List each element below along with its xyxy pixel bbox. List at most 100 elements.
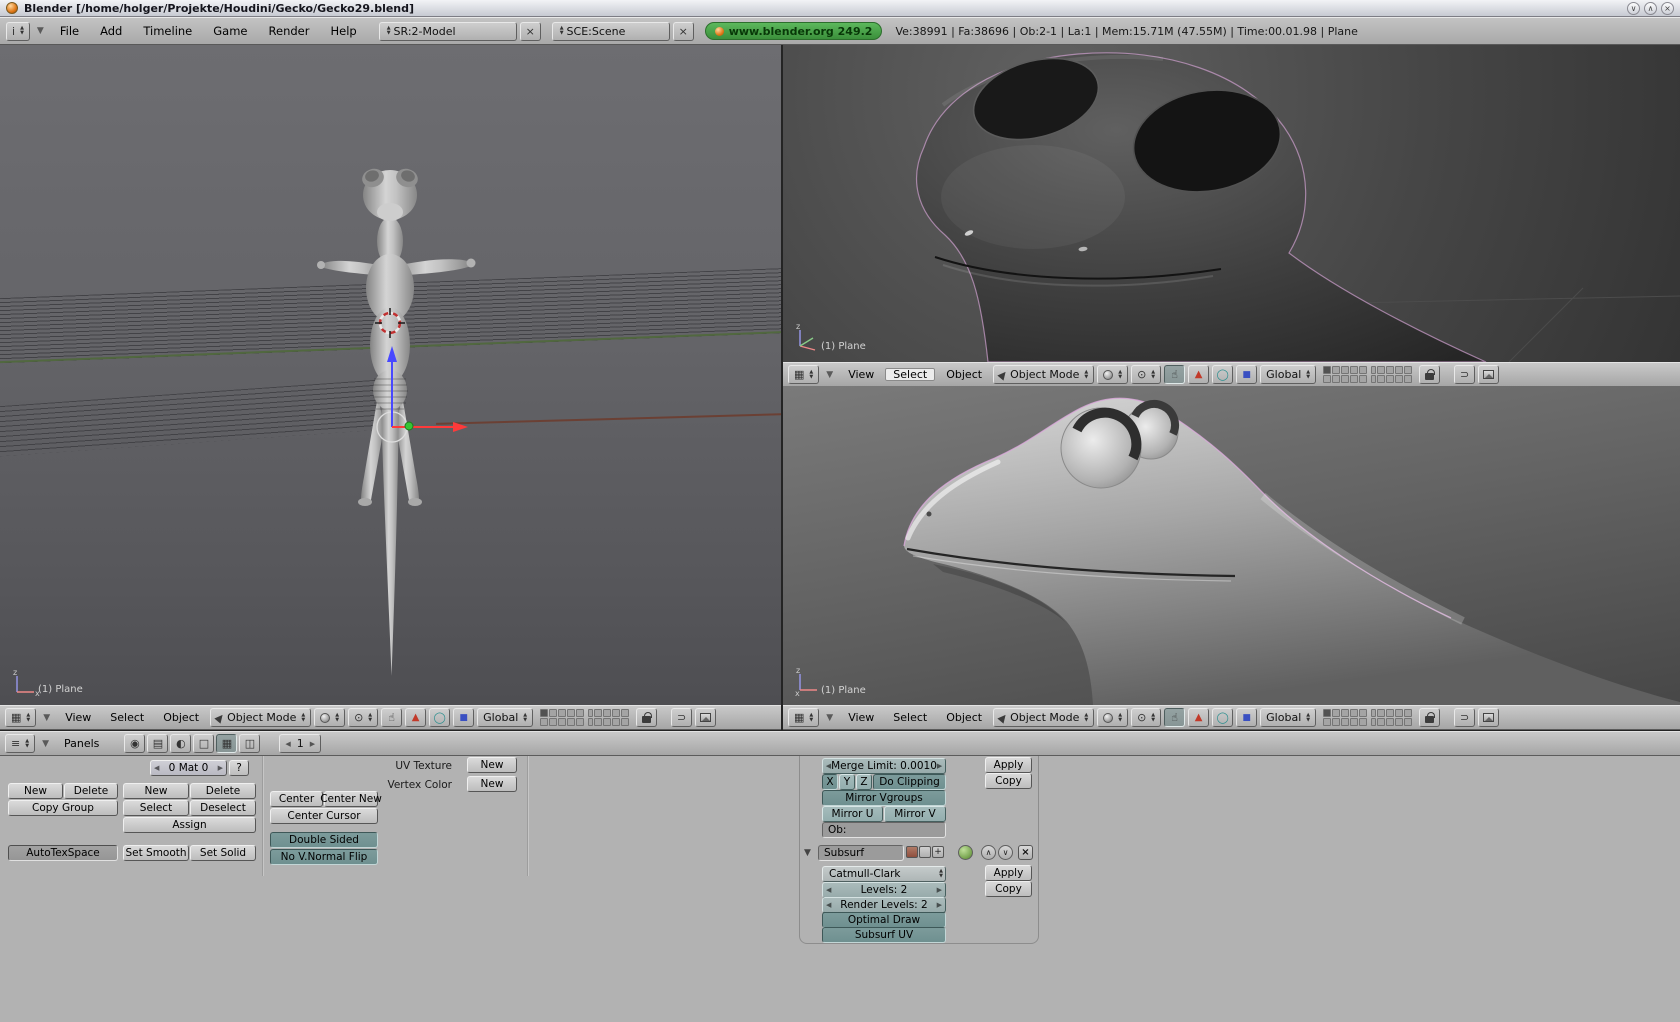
vgroup-select-button[interactable]: Select	[123, 800, 189, 816]
layer-2-button[interactable]	[1332, 709, 1341, 717]
no-vnormal-flip-toggle[interactable]: No V.Normal Flip	[270, 849, 378, 865]
layer-1-button[interactable]	[1323, 709, 1332, 717]
layer-7-button[interactable]	[1377, 366, 1386, 374]
viewport-front[interactable]: z x (1) Plane	[0, 45, 781, 705]
center-new-button[interactable]: Center New	[320, 791, 382, 807]
subsurf-delete-button[interactable]: ×	[1018, 845, 1033, 860]
layer-1-button[interactable]	[540, 709, 549, 717]
layer-19-button[interactable]	[1395, 375, 1404, 383]
select-menu[interactable]: Select	[102, 711, 152, 724]
panels-menu[interactable]: Panels	[56, 737, 107, 750]
scene-selector[interactable]: SCE:Scene	[551, 21, 670, 41]
center-cursor-button[interactable]: Center Cursor	[270, 808, 378, 824]
layer-buttons[interactable]	[1323, 709, 1413, 726]
scene-context-button[interactable]: ◫	[239, 734, 261, 753]
orientation-dropdown[interactable]: Global	[477, 708, 534, 727]
uv-texture-new-button[interactable]: New	[467, 757, 517, 773]
layer-3-button[interactable]	[1341, 366, 1350, 374]
view-menu[interactable]: View	[840, 711, 882, 724]
stepper-right-icon[interactable]: ▶	[310, 740, 315, 748]
layer-11-button[interactable]	[1323, 718, 1332, 726]
mirror-v-toggle[interactable]: Mirror V	[884, 806, 946, 822]
layer-14-button[interactable]	[567, 718, 576, 726]
help-menu[interactable]: Help	[321, 24, 365, 38]
layer-13-button[interactable]	[1341, 375, 1350, 383]
editing-context-button[interactable]: ▦	[216, 734, 238, 753]
viewport-shading-dropdown[interactable]	[314, 708, 346, 727]
editor-type-selector[interactable]: ▦	[5, 708, 37, 727]
subsurf-move-down-button[interactable]: ∨	[998, 845, 1013, 860]
layer-2-button[interactable]	[1332, 366, 1341, 374]
script-context-button[interactable]: ▤	[147, 734, 169, 753]
vgroup-assign-button[interactable]: Assign	[123, 817, 256, 833]
layer-14-button[interactable]	[1350, 718, 1359, 726]
layer-5-button[interactable]	[1359, 366, 1368, 374]
mirror-merge-limit-field[interactable]: Merge Limit: 0.0010	[822, 758, 946, 774]
layer-12-button[interactable]	[1332, 718, 1341, 726]
blender-version-badge[interactable]: www.blender.org 249.2	[704, 22, 883, 40]
layer-10-button[interactable]	[1404, 366, 1413, 374]
gecko-head-model[interactable]	[783, 45, 1680, 362]
rotate-manipulator-button[interactable]: ◯	[1212, 365, 1234, 384]
double-sided-toggle[interactable]: Double Sided	[270, 832, 378, 848]
game-menu[interactable]: Game	[204, 24, 256, 38]
layer-10-button[interactable]	[621, 709, 630, 717]
header-collapse-icon[interactable]: ▼	[822, 713, 837, 723]
mirror-axis-y-toggle[interactable]: Y	[839, 774, 855, 790]
layer-9-button[interactable]	[1395, 366, 1404, 374]
layer-7-button[interactable]	[1377, 709, 1386, 717]
editor-type-selector[interactable]: ▦	[788, 708, 820, 727]
material-new-button[interactable]: New	[8, 783, 63, 799]
layer-11-button[interactable]	[540, 718, 549, 726]
subsurf-levels-field[interactable]: Levels: 2	[822, 882, 946, 898]
autotexspace-toggle[interactable]: AutoTexSpace	[8, 845, 118, 861]
vgroup-new-button[interactable]: New	[123, 783, 189, 799]
layer-19-button[interactable]	[1395, 718, 1404, 726]
pivot-dropdown[interactable]: ⊙	[1131, 365, 1162, 384]
file-menu[interactable]: File	[51, 24, 88, 38]
subsurf-render-toggle-icon[interactable]	[906, 846, 918, 858]
layer-6-button[interactable]	[1371, 709, 1377, 717]
translate-manipulator-button[interactable]: ▲	[1188, 708, 1210, 727]
translate-manipulator-button[interactable]: ▲	[405, 708, 427, 727]
viewport-head-profile[interactable]: z x (1) Plane	[783, 386, 1680, 705]
layer-6-button[interactable]	[588, 709, 594, 717]
layer-buttons[interactable]	[1323, 366, 1413, 383]
layer-4-button[interactable]	[1350, 709, 1359, 717]
layer-18-button[interactable]	[603, 718, 612, 726]
editor-type-selector[interactable]: i	[6, 21, 30, 41]
mode-dropdown[interactable]: Object Mode	[993, 365, 1095, 384]
layer-5-button[interactable]	[576, 709, 585, 717]
viewport-head-closeup[interactable]: z (1) Plane	[783, 45, 1680, 362]
layer-12-button[interactable]	[549, 718, 558, 726]
layer-12-button[interactable]	[1332, 375, 1341, 383]
layer-8-button[interactable]	[1386, 366, 1395, 374]
layer-18-button[interactable]	[1386, 375, 1395, 383]
mode-dropdown[interactable]: Object Mode	[210, 708, 312, 727]
layer-8-button[interactable]	[1386, 709, 1395, 717]
subsurf-editmode-toggle-icon[interactable]: +	[932, 846, 944, 858]
render-menu[interactable]: Render	[260, 24, 319, 38]
shading-context-button[interactable]: ◐	[170, 734, 192, 753]
layer-9-button[interactable]	[612, 709, 621, 717]
layer-16-button[interactable]	[1371, 375, 1377, 383]
optimal-draw-toggle[interactable]: Optimal Draw	[822, 912, 946, 928]
layer-6-button[interactable]	[1371, 366, 1377, 374]
material-browse[interactable]: 0 Mat 0	[150, 760, 227, 776]
gecko-profile-model[interactable]	[783, 386, 1680, 705]
layer-9-button[interactable]	[1395, 709, 1404, 717]
do-clipping-toggle[interactable]: Do Clipping	[873, 774, 946, 790]
orientation-dropdown[interactable]: Global	[1260, 365, 1317, 384]
layer-4-button[interactable]	[567, 709, 576, 717]
gecko-model-front[interactable]	[0, 45, 781, 705]
layer-17-button[interactable]	[1377, 375, 1386, 383]
layer-20-button[interactable]	[1404, 718, 1413, 726]
manipulator-toggle-button[interactable]: ☝	[381, 708, 403, 727]
vertex-color-new-button[interactable]: New	[467, 776, 517, 792]
mirror-copy-button[interactable]: Copy	[985, 773, 1032, 789]
render-preview-button[interactable]	[695, 708, 717, 727]
layer-16-button[interactable]	[588, 718, 594, 726]
object-context-button[interactable]: □	[193, 734, 215, 753]
mirror-u-toggle[interactable]: Mirror U	[822, 806, 883, 822]
subsurf-move-up-button[interactable]: ∧	[981, 845, 996, 860]
